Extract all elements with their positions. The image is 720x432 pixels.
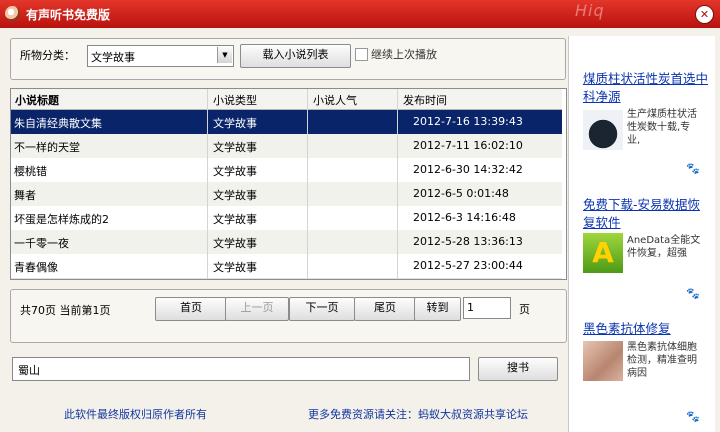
category-label: 所物分类： bbox=[20, 49, 75, 62]
row-type: 文学故事 bbox=[213, 237, 257, 250]
search-book-button[interactable]: 搜书 bbox=[478, 357, 558, 381]
row-type: 文学故事 bbox=[213, 165, 257, 178]
ad-title-recovery[interactable]: 免费下载-安易数据恢复软件 bbox=[583, 196, 708, 232]
close-button[interactable]: ✕ bbox=[695, 5, 714, 24]
page-info: 共70页 当前第1页 bbox=[20, 304, 111, 317]
first-page-button[interactable]: 首页 bbox=[155, 297, 227, 321]
paw-icon[interactable]: 🐾 bbox=[686, 162, 700, 175]
goto-page-button[interactable]: 转到 bbox=[414, 297, 461, 321]
row-title: 青春偶像 bbox=[14, 261, 58, 274]
row-title: 一千零一夜 bbox=[14, 237, 69, 250]
header-popularity[interactable]: 小说人气 bbox=[313, 92, 357, 108]
column-divider bbox=[307, 89, 308, 279]
row-title: 舞者 bbox=[14, 189, 36, 202]
header-title[interactable]: 小说标题 bbox=[15, 92, 59, 108]
last-page-button[interactable]: 尾页 bbox=[354, 297, 416, 321]
row-date: 2012-7-16 13:39:43 bbox=[413, 115, 523, 128]
ad-title-melanin[interactable]: 黑色素抗体修复 bbox=[583, 320, 708, 338]
ad-desc-melanin: 黑色素抗体细胞检测，精准查明病因 bbox=[627, 342, 697, 379]
search-input-value: 蜀山 bbox=[18, 364, 40, 377]
column-divider bbox=[397, 89, 398, 279]
table-header: 小说标题 小说类型 小说人气 发布时间 bbox=[11, 89, 562, 110]
ad-image-carbon[interactable] bbox=[583, 110, 623, 150]
row-title: 坏蛋是怎样炼成的2 bbox=[14, 213, 109, 226]
ad-desc-recovery: AneData全能文件恢复，超强 bbox=[627, 235, 701, 259]
header-date[interactable]: 发布时间 bbox=[403, 92, 447, 108]
row-type: 文学故事 bbox=[213, 117, 257, 130]
copyright-text: 此软件最终版权归原作者所有 bbox=[64, 408, 207, 421]
more-resources-link[interactable]: 更多免费资源请关注：蚂蚁大叔资源共享论坛 bbox=[308, 406, 528, 422]
table-row[interactable]: 朱自清经典散文集 文学故事 2012-7-16 13:39:43 bbox=[11, 110, 562, 135]
page-unit-label: 页 bbox=[519, 303, 530, 316]
category-select-value: 文学故事 bbox=[91, 51, 135, 64]
page-number-value: 1 bbox=[467, 301, 474, 314]
category-select[interactable]: 文学故事 ▼ bbox=[87, 45, 234, 67]
table-row[interactable]: 樱桃错 文学故事 2012-6-30 14:32:42 bbox=[11, 158, 562, 183]
paw-icon[interactable]: 🐾 bbox=[686, 410, 700, 423]
row-title: 不一样的天堂 bbox=[14, 141, 80, 154]
ad-title-carbon[interactable]: 煤质柱状活性炭首选中科净源 bbox=[583, 70, 708, 106]
row-type: 文学故事 bbox=[213, 213, 257, 226]
prev-page-button[interactable]: 上一页 bbox=[225, 297, 289, 321]
ad-image-melanin[interactable] bbox=[583, 341, 623, 381]
resume-playback-checkbox[interactable] bbox=[355, 48, 368, 61]
row-date: 2012-6-5 0:01:48 bbox=[413, 187, 509, 200]
table-row[interactable]: 舞者 文学故事 2012-6-5 0:01:48 bbox=[11, 182, 562, 207]
row-date: 2012-5-27 23:00:44 bbox=[413, 259, 523, 272]
chevron-down-icon[interactable]: ▼ bbox=[217, 47, 232, 63]
table-row[interactable]: 一千零一夜 文学故事 2012-5-28 13:36:13 bbox=[11, 230, 562, 255]
window-title: 有声听书免费版 bbox=[26, 8, 111, 22]
row-type: 文学故事 bbox=[213, 189, 257, 202]
page-number-input[interactable]: 1 bbox=[463, 297, 511, 319]
table-row[interactable]: 不一样的天堂 文学故事 2012-7-11 16:02:10 bbox=[11, 134, 562, 159]
column-divider bbox=[207, 89, 208, 279]
title-bar: 有声听书免费版 Hiq ✕ bbox=[0, 0, 720, 28]
table-row[interactable]: 坏蛋是怎样炼成的2 文学故事 2012-6-3 14:16:48 bbox=[11, 206, 562, 231]
row-title: 樱桃错 bbox=[14, 165, 47, 178]
header-type[interactable]: 小说类型 bbox=[213, 92, 257, 108]
ad-desc-carbon: 生产煤质柱状活性炭数十载,专业, bbox=[627, 109, 697, 146]
load-novel-list-button[interactable]: 载入小说列表 bbox=[240, 44, 351, 68]
row-type: 文学故事 bbox=[213, 141, 257, 154]
search-input[interactable]: 蜀山 bbox=[12, 357, 470, 381]
app-logo-icon bbox=[5, 6, 20, 21]
novel-table: 小说标题 小说类型 小说人气 发布时间 朱自清经典散文集 文学故事 2012-7… bbox=[10, 88, 567, 280]
table-row[interactable]: 青春偶像 文学故事 2012-5-27 23:00:44 bbox=[11, 254, 562, 279]
title-decoration: Hiq bbox=[575, 1, 605, 20]
next-page-button[interactable]: 下一页 bbox=[289, 297, 355, 321]
row-type: 文学故事 bbox=[213, 261, 257, 274]
paw-icon[interactable]: 🐾 bbox=[686, 287, 700, 300]
row-date: 2012-6-30 14:32:42 bbox=[413, 163, 523, 176]
resume-playback-label: 继续上次播放 bbox=[371, 48, 437, 61]
row-date: 2012-5-28 13:36:13 bbox=[413, 235, 523, 248]
row-date: 2012-7-11 16:02:10 bbox=[413, 139, 523, 152]
row-date: 2012-6-3 14:16:48 bbox=[413, 211, 516, 224]
ad-logo-anedata[interactable]: A bbox=[583, 233, 623, 273]
row-title: 朱自清经典散文集 bbox=[14, 117, 102, 130]
